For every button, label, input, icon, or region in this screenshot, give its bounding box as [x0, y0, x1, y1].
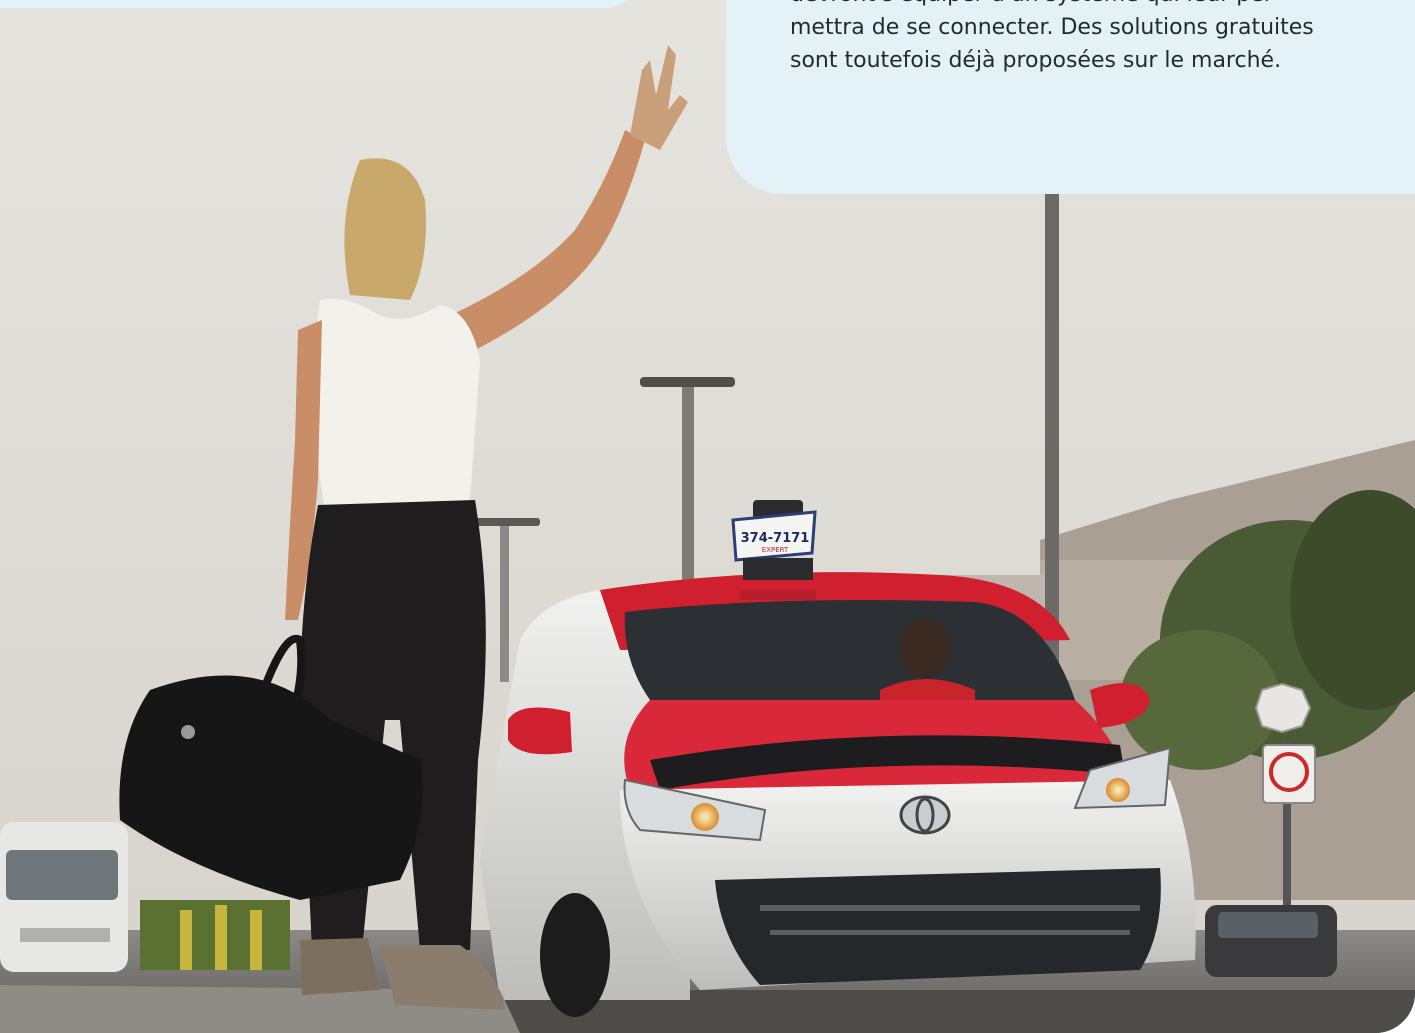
article-text-line-2: mettra de se connecter. Des solutions gr…: [790, 15, 1314, 40]
article-text: devront s'équiper d'un système qui leur …: [790, 0, 1350, 77]
roof-sign-phone: 374-7171: [741, 531, 810, 546]
roadside-plants: [140, 900, 290, 970]
article-text-line-1: devront s'équiper d'un système qui leur …: [790, 0, 1350, 11]
white-van: [0, 822, 128, 972]
roof-sign-small: EXPERT: [762, 546, 789, 554]
top-left-callout-box: [0, 0, 640, 8]
article-text-line-3: sont toutefois déjà proposées sur le mar…: [790, 48, 1282, 73]
parked-car: [1205, 905, 1337, 977]
